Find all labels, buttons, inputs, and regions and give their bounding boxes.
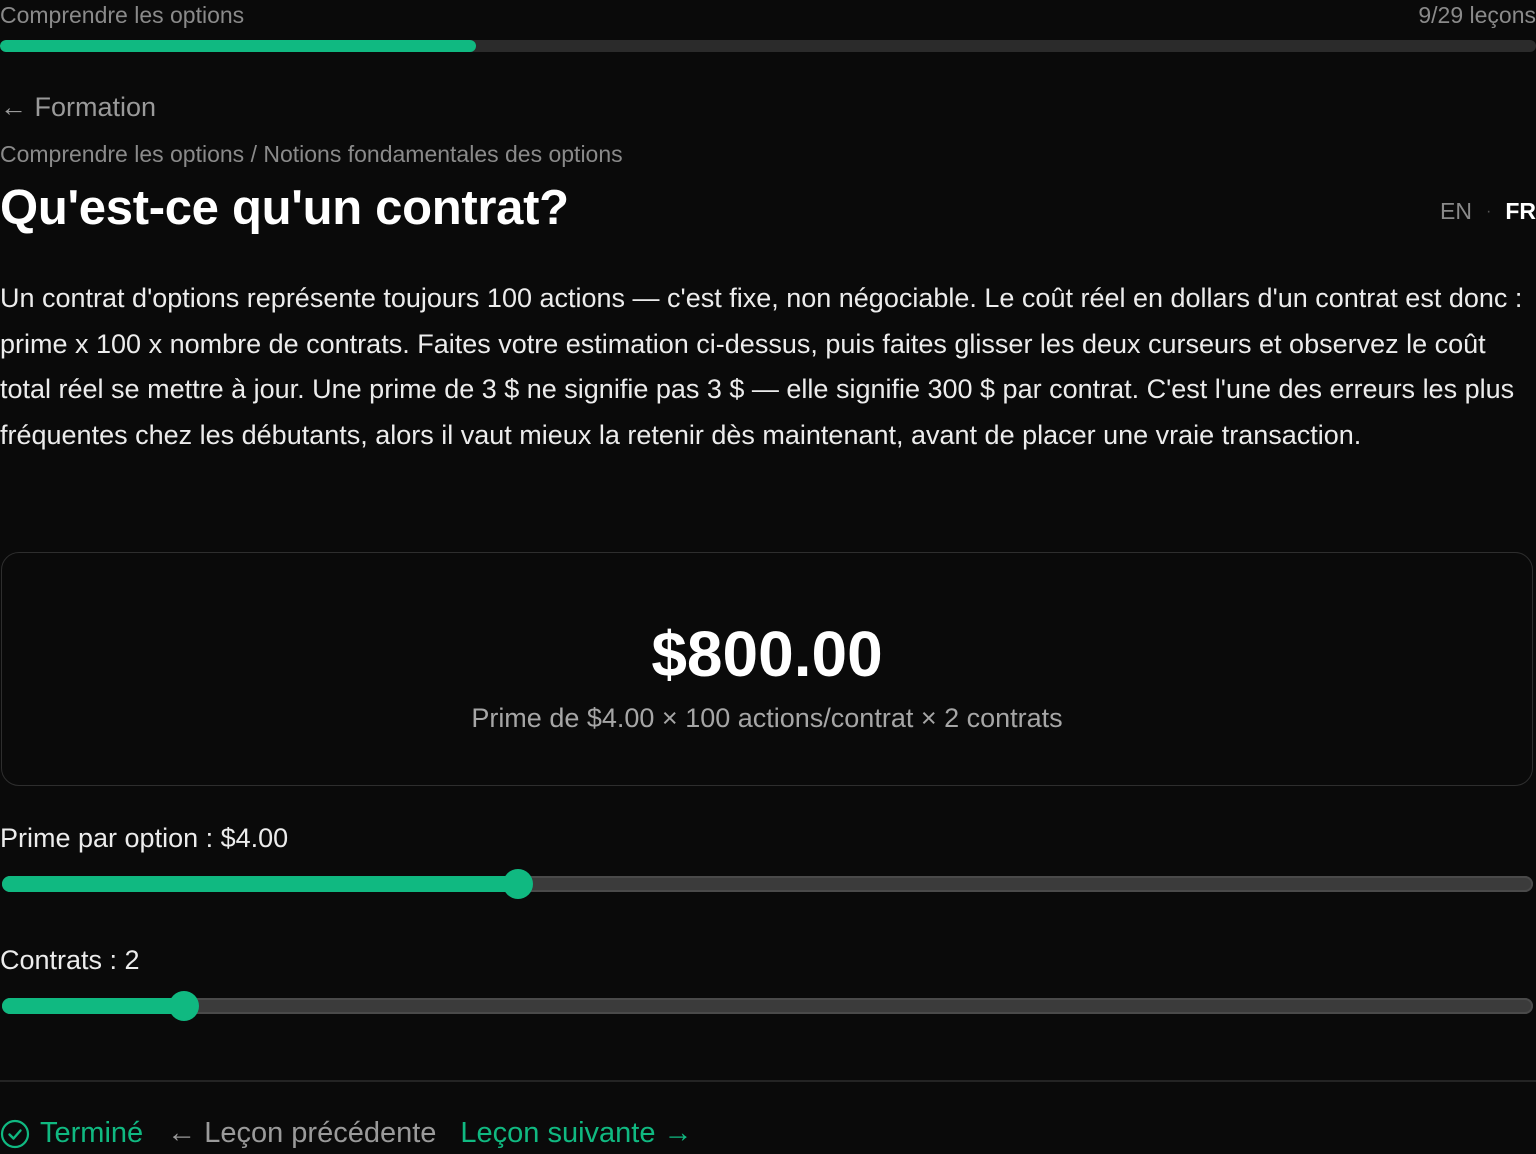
- course-progress-bar: [0, 40, 1536, 52]
- previous-lesson-link[interactable]: ← Leçon précédente: [167, 1117, 436, 1150]
- premium-slider[interactable]: [2, 869, 1533, 899]
- lesson-count: 9/29 leçons: [1418, 2, 1536, 28]
- next-lesson-link[interactable]: Leçon suivante →: [460, 1117, 692, 1150]
- back-to-formation-link[interactable]: ← Formation: [0, 92, 156, 123]
- premium-slider-thumb[interactable]: [502, 869, 533, 899]
- page-title: Qu'est-ce qu'un contrat?: [0, 181, 569, 235]
- contracts-slider-fill: [2, 998, 185, 1014]
- language-en-option[interactable]: EN: [1440, 198, 1472, 225]
- lesson-body-text: Un contrat d'options représente toujours…: [0, 283, 1523, 450]
- course-progress-fill: [0, 40, 477, 52]
- contracts-slider-label: Contrats : 2: [0, 945, 140, 975]
- cost-result-card: $800.00 Prime de $4.00 × 100 actions/con…: [1, 552, 1533, 786]
- language-separator: ·: [1486, 202, 1492, 220]
- lesson-page: Comprendre les options 9/29 leçons ← For…: [0, 0, 1536, 1154]
- mark-done-label: Terminé: [40, 1117, 144, 1149]
- cost-formula: Prime de $4.00 × 100 actions/contrat × 2…: [471, 703, 1063, 733]
- language-switch: EN · FR: [1440, 198, 1536, 225]
- course-name: Comprendre les options: [0, 2, 245, 28]
- premium-slider-label: Prime par option : $4.00: [0, 823, 289, 853]
- mark-done-button[interactable]: Terminé: [0, 1117, 143, 1150]
- contracts-slider-thumb[interactable]: [169, 991, 200, 1021]
- lesson-footer: Terminé ← Leçon précédente Leçon suivant…: [0, 1117, 693, 1150]
- premium-slider-fill: [2, 876, 518, 892]
- contracts-slider[interactable]: [2, 991, 1533, 1021]
- language-fr-option[interactable]: FR: [1505, 198, 1536, 225]
- contracts-slider-track[interactable]: [2, 998, 1533, 1014]
- breadcrumb: Comprendre les options / Notions fondame…: [0, 141, 623, 167]
- check-circle-icon: [0, 1119, 30, 1149]
- total-cost-value: $800.00: [651, 618, 883, 690]
- footer-divider: [0, 1080, 1536, 1082]
